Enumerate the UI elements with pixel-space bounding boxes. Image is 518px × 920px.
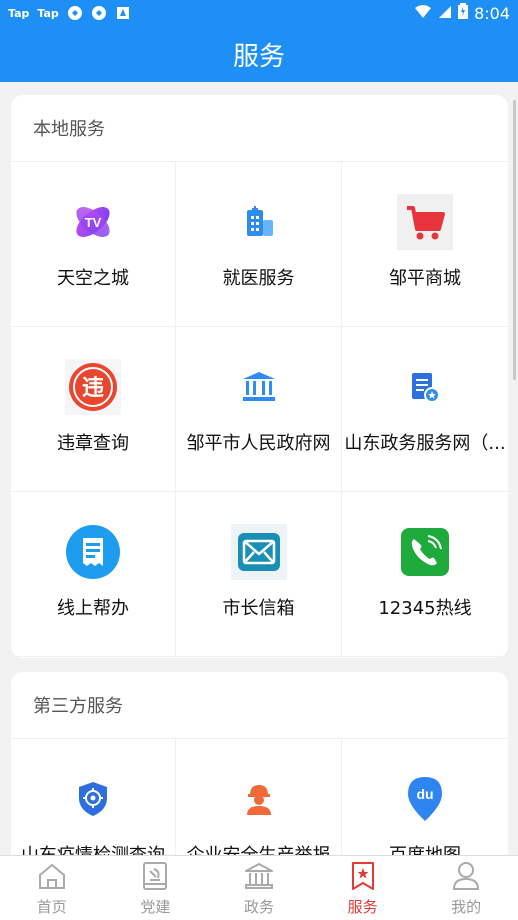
- download-icon: [115, 5, 131, 21]
- tab-profile[interactable]: 我的: [414, 856, 518, 920]
- tab-label: 政务: [243, 897, 274, 916]
- svg-text:TV: TV: [85, 215, 102, 230]
- shopping-cart-icon: [397, 194, 453, 250]
- tab-label: 服务: [347, 897, 378, 916]
- service-item-safety-report[interactable]: 企业安全生产举报: [176, 739, 342, 855]
- status-bar: Tap Tap 8:04: [0, 0, 518, 26]
- hospital-icon: [231, 194, 287, 250]
- app-header: 服务: [0, 26, 518, 82]
- service-item-tiankong[interactable]: TV 天空之城: [11, 162, 176, 327]
- page-title: 服务: [232, 41, 285, 72]
- service-item-violation[interactable]: 违 违章查询: [11, 327, 176, 492]
- service-label: 山东政务服务网（...: [344, 433, 506, 454]
- user-icon: [450, 860, 482, 892]
- service-label: 线上帮办: [57, 598, 129, 619]
- service-item-shandong-gov[interactable]: 山东政务服务网（...: [342, 327, 508, 492]
- tab-services[interactable]: 服务: [311, 856, 415, 920]
- service-item-hotline[interactable]: 12345热线: [342, 492, 508, 657]
- status-tap-2: Tap: [37, 6, 59, 20]
- wifi-icon: [414, 4, 432, 23]
- mail-icon: [230, 524, 287, 580]
- service-label: 12345热线: [378, 598, 472, 619]
- service-item-mall[interactable]: 邹平商城: [342, 162, 508, 327]
- tab-label: 党建: [140, 897, 171, 916]
- service-label: 山东疫情检测查询: [21, 841, 165, 855]
- local-services-card: 本地服务 TV 天空之城 就医服务 邹平商城 违 违章查询 邹平市人民政府网 山…: [11, 95, 508, 658]
- battery-icon: [458, 3, 469, 23]
- baidu-map-icon: du: [397, 771, 453, 827]
- scrollbar[interactable]: [513, 100, 516, 380]
- party-icon: [139, 860, 171, 892]
- notification-icon: [67, 5, 83, 21]
- document-badge-icon: [397, 359, 453, 415]
- service-label: 邹平市人民政府网: [186, 433, 331, 454]
- local-services-grid: TV 天空之城 就医服务 邹平商城 违 违章查询 邹平市人民政府网 山东政务服务…: [11, 162, 508, 657]
- status-time: 8:04: [474, 3, 510, 23]
- tab-home[interactable]: 首页: [0, 856, 104, 920]
- third-party-services-grid: 山东疫情检测查询 企业安全生产举报 du: [11, 739, 508, 855]
- tv-icon: TV: [65, 194, 121, 250]
- phone-icon: [397, 524, 453, 580]
- status-right: 8:04: [414, 3, 510, 23]
- service-label: 百度地图: [389, 841, 461, 855]
- bookmark-star-icon: [347, 860, 379, 892]
- service-item-mayor-mail[interactable]: 市长信箱: [176, 492, 342, 657]
- bottom-tab-bar: 首页 党建 政务 服务 我的: [0, 855, 518, 920]
- worker-icon: [231, 771, 287, 827]
- tab-label: 首页: [36, 897, 67, 916]
- government-building-icon: [231, 359, 287, 415]
- service-item-baidu-map[interactable]: du 百度地图: [342, 739, 508, 855]
- service-label: 邹平商城: [389, 268, 461, 289]
- tab-party[interactable]: 党建: [104, 856, 208, 920]
- tab-government[interactable]: 政务: [207, 856, 311, 920]
- status-tap-1: Tap: [8, 6, 30, 20]
- service-list[interactable]: 本地服务 TV 天空之城 就医服务 邹平商城 违 违章查询 邹平市人民政府网 山…: [0, 82, 518, 855]
- service-item-epidemic[interactable]: 山东疫情检测查询: [11, 739, 176, 855]
- svg-text:违: 违: [82, 375, 104, 401]
- tab-label: 我的: [451, 897, 482, 916]
- section-title: 第三方服务: [11, 672, 508, 739]
- third-party-services-card: 第三方服务 山东疫情检测查询: [11, 672, 508, 855]
- service-label: 天空之城: [57, 268, 129, 289]
- status-left: Tap Tap: [8, 5, 131, 21]
- signal-icon: [438, 4, 452, 23]
- notification-icon: [91, 5, 107, 21]
- service-item-medical[interactable]: 就医服务: [176, 162, 342, 327]
- service-label: 就医服务: [222, 268, 295, 289]
- violation-icon: 违: [65, 359, 121, 415]
- service-label: 市长信箱: [222, 598, 295, 619]
- home-icon: [36, 860, 68, 892]
- service-item-government[interactable]: 邹平市人民政府网: [176, 327, 342, 492]
- svg-text:du: du: [416, 786, 433, 802]
- receipt-icon: [65, 524, 121, 580]
- service-item-online-help[interactable]: 线上帮办: [11, 492, 176, 657]
- shield-target-icon: [65, 771, 121, 827]
- section-title: 本地服务: [11, 95, 508, 162]
- service-label: 违章查询: [57, 433, 129, 454]
- government-icon: [243, 860, 275, 892]
- service-label: 企业安全生产举报: [187, 841, 331, 855]
